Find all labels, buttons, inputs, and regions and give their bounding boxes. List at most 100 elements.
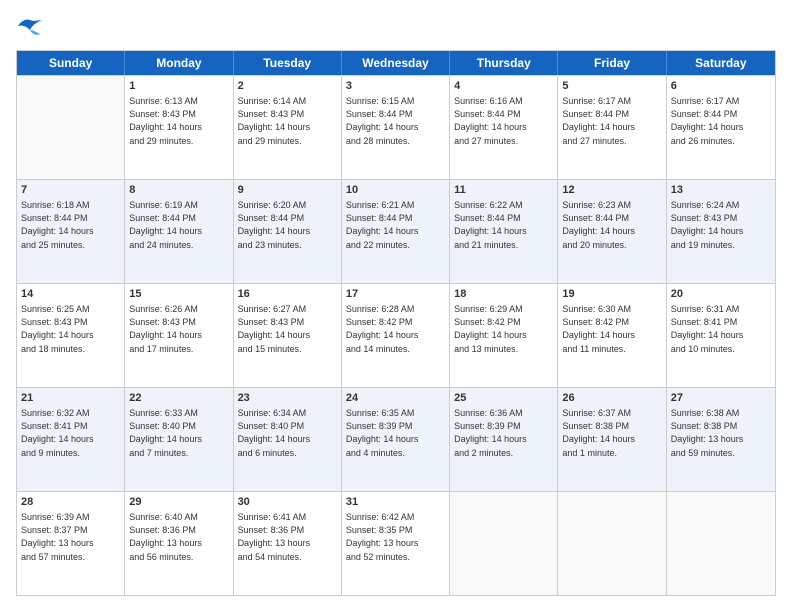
calendar-row-4: 28Sunrise: 6:39 AM Sunset: 8:37 PM Dayli… (17, 491, 775, 595)
cell-info: Sunrise: 6:40 AM Sunset: 8:36 PM Dayligh… (129, 511, 228, 563)
calendar-header-row: SundayMondayTuesdayWednesdayThursdayFrid… (17, 51, 775, 75)
cell-info: Sunrise: 6:27 AM Sunset: 8:43 PM Dayligh… (238, 303, 337, 355)
cell-info: Sunrise: 6:36 AM Sunset: 8:39 PM Dayligh… (454, 407, 553, 459)
day-number: 15 (129, 287, 228, 302)
calendar-cell-17: 17Sunrise: 6:28 AM Sunset: 8:42 PM Dayli… (342, 284, 450, 387)
day-number: 27 (671, 391, 771, 406)
cell-info: Sunrise: 6:32 AM Sunset: 8:41 PM Dayligh… (21, 407, 120, 459)
calendar-cell-8: 8Sunrise: 6:19 AM Sunset: 8:44 PM Daylig… (125, 180, 233, 283)
cell-info: Sunrise: 6:28 AM Sunset: 8:42 PM Dayligh… (346, 303, 445, 355)
calendar-cell-empty-6 (667, 492, 775, 595)
calendar-cell-12: 12Sunrise: 6:23 AM Sunset: 8:44 PM Dayli… (558, 180, 666, 283)
day-number: 11 (454, 183, 553, 198)
cell-info: Sunrise: 6:42 AM Sunset: 8:35 PM Dayligh… (346, 511, 445, 563)
cell-info: Sunrise: 6:13 AM Sunset: 8:43 PM Dayligh… (129, 95, 228, 147)
calendar-header-sunday: Sunday (17, 51, 125, 75)
cell-info: Sunrise: 6:17 AM Sunset: 8:44 PM Dayligh… (671, 95, 771, 147)
calendar-cell-23: 23Sunrise: 6:34 AM Sunset: 8:40 PM Dayli… (234, 388, 342, 491)
calendar-cell-5: 5Sunrise: 6:17 AM Sunset: 8:44 PM Daylig… (558, 76, 666, 179)
calendar-cell-31: 31Sunrise: 6:42 AM Sunset: 8:35 PM Dayli… (342, 492, 450, 595)
cell-info: Sunrise: 6:38 AM Sunset: 8:38 PM Dayligh… (671, 407, 771, 459)
calendar-cell-13: 13Sunrise: 6:24 AM Sunset: 8:43 PM Dayli… (667, 180, 775, 283)
calendar-header-monday: Monday (125, 51, 233, 75)
calendar-cell-3: 3Sunrise: 6:15 AM Sunset: 8:44 PM Daylig… (342, 76, 450, 179)
calendar-cell-6: 6Sunrise: 6:17 AM Sunset: 8:44 PM Daylig… (667, 76, 775, 179)
calendar-cell-7: 7Sunrise: 6:18 AM Sunset: 8:44 PM Daylig… (17, 180, 125, 283)
day-number: 31 (346, 495, 445, 510)
day-number: 8 (129, 183, 228, 198)
day-number: 17 (346, 287, 445, 302)
day-number: 16 (238, 287, 337, 302)
calendar-cell-2: 2Sunrise: 6:14 AM Sunset: 8:43 PM Daylig… (234, 76, 342, 179)
calendar-cell-4: 4Sunrise: 6:16 AM Sunset: 8:44 PM Daylig… (450, 76, 558, 179)
cell-info: Sunrise: 6:24 AM Sunset: 8:43 PM Dayligh… (671, 199, 771, 251)
calendar-body: 1Sunrise: 6:13 AM Sunset: 8:43 PM Daylig… (17, 75, 775, 595)
calendar-cell-10: 10Sunrise: 6:21 AM Sunset: 8:44 PM Dayli… (342, 180, 450, 283)
day-number: 18 (454, 287, 553, 302)
calendar-cell-19: 19Sunrise: 6:30 AM Sunset: 8:42 PM Dayli… (558, 284, 666, 387)
day-number: 26 (562, 391, 661, 406)
cell-info: Sunrise: 6:29 AM Sunset: 8:42 PM Dayligh… (454, 303, 553, 355)
calendar-row-1: 7Sunrise: 6:18 AM Sunset: 8:44 PM Daylig… (17, 179, 775, 283)
calendar-cell-25: 25Sunrise: 6:36 AM Sunset: 8:39 PM Dayli… (450, 388, 558, 491)
cell-info: Sunrise: 6:35 AM Sunset: 8:39 PM Dayligh… (346, 407, 445, 459)
day-number: 9 (238, 183, 337, 198)
calendar-cell-27: 27Sunrise: 6:38 AM Sunset: 8:38 PM Dayli… (667, 388, 775, 491)
calendar-cell-empty-4 (450, 492, 558, 595)
calendar-page: SundayMondayTuesdayWednesdayThursdayFrid… (0, 0, 792, 612)
calendar-cell-empty-0 (17, 76, 125, 179)
day-number: 10 (346, 183, 445, 198)
calendar-cell-11: 11Sunrise: 6:22 AM Sunset: 8:44 PM Dayli… (450, 180, 558, 283)
day-number: 30 (238, 495, 337, 510)
calendar-header-wednesday: Wednesday (342, 51, 450, 75)
cell-info: Sunrise: 6:23 AM Sunset: 8:44 PM Dayligh… (562, 199, 661, 251)
calendar-cell-empty-5 (558, 492, 666, 595)
calendar-cell-18: 18Sunrise: 6:29 AM Sunset: 8:42 PM Dayli… (450, 284, 558, 387)
cell-info: Sunrise: 6:18 AM Sunset: 8:44 PM Dayligh… (21, 199, 120, 251)
day-number: 13 (671, 183, 771, 198)
day-number: 21 (21, 391, 120, 406)
calendar-header-thursday: Thursday (450, 51, 558, 75)
calendar-cell-29: 29Sunrise: 6:40 AM Sunset: 8:36 PM Dayli… (125, 492, 233, 595)
day-number: 24 (346, 391, 445, 406)
cell-info: Sunrise: 6:41 AM Sunset: 8:36 PM Dayligh… (238, 511, 337, 563)
calendar-cell-16: 16Sunrise: 6:27 AM Sunset: 8:43 PM Dayli… (234, 284, 342, 387)
cell-info: Sunrise: 6:14 AM Sunset: 8:43 PM Dayligh… (238, 95, 337, 147)
calendar-header-friday: Friday (558, 51, 666, 75)
logo-bird-icon (16, 16, 44, 40)
day-number: 14 (21, 287, 120, 302)
day-number: 3 (346, 79, 445, 94)
cell-info: Sunrise: 6:17 AM Sunset: 8:44 PM Dayligh… (562, 95, 661, 147)
calendar-row-2: 14Sunrise: 6:25 AM Sunset: 8:43 PM Dayli… (17, 283, 775, 387)
calendar-header-saturday: Saturday (667, 51, 775, 75)
day-number: 6 (671, 79, 771, 94)
calendar-cell-1: 1Sunrise: 6:13 AM Sunset: 8:43 PM Daylig… (125, 76, 233, 179)
calendar-row-3: 21Sunrise: 6:32 AM Sunset: 8:41 PM Dayli… (17, 387, 775, 491)
calendar-cell-9: 9Sunrise: 6:20 AM Sunset: 8:44 PM Daylig… (234, 180, 342, 283)
cell-info: Sunrise: 6:19 AM Sunset: 8:44 PM Dayligh… (129, 199, 228, 251)
cell-info: Sunrise: 6:39 AM Sunset: 8:37 PM Dayligh… (21, 511, 120, 563)
cell-info: Sunrise: 6:22 AM Sunset: 8:44 PM Dayligh… (454, 199, 553, 251)
calendar-cell-15: 15Sunrise: 6:26 AM Sunset: 8:43 PM Dayli… (125, 284, 233, 387)
day-number: 2 (238, 79, 337, 94)
calendar-header-tuesday: Tuesday (234, 51, 342, 75)
day-number: 7 (21, 183, 120, 198)
cell-info: Sunrise: 6:30 AM Sunset: 8:42 PM Dayligh… (562, 303, 661, 355)
day-number: 1 (129, 79, 228, 94)
day-number: 29 (129, 495, 228, 510)
day-number: 22 (129, 391, 228, 406)
calendar-cell-24: 24Sunrise: 6:35 AM Sunset: 8:39 PM Dayli… (342, 388, 450, 491)
calendar-cell-20: 20Sunrise: 6:31 AM Sunset: 8:41 PM Dayli… (667, 284, 775, 387)
cell-info: Sunrise: 6:15 AM Sunset: 8:44 PM Dayligh… (346, 95, 445, 147)
day-number: 25 (454, 391, 553, 406)
cell-info: Sunrise: 6:16 AM Sunset: 8:44 PM Dayligh… (454, 95, 553, 147)
cell-info: Sunrise: 6:31 AM Sunset: 8:41 PM Dayligh… (671, 303, 771, 355)
day-number: 19 (562, 287, 661, 302)
day-number: 12 (562, 183, 661, 198)
day-number: 4 (454, 79, 553, 94)
logo (16, 16, 48, 40)
day-number: 20 (671, 287, 771, 302)
cell-info: Sunrise: 6:25 AM Sunset: 8:43 PM Dayligh… (21, 303, 120, 355)
calendar-cell-30: 30Sunrise: 6:41 AM Sunset: 8:36 PM Dayli… (234, 492, 342, 595)
cell-info: Sunrise: 6:20 AM Sunset: 8:44 PM Dayligh… (238, 199, 337, 251)
